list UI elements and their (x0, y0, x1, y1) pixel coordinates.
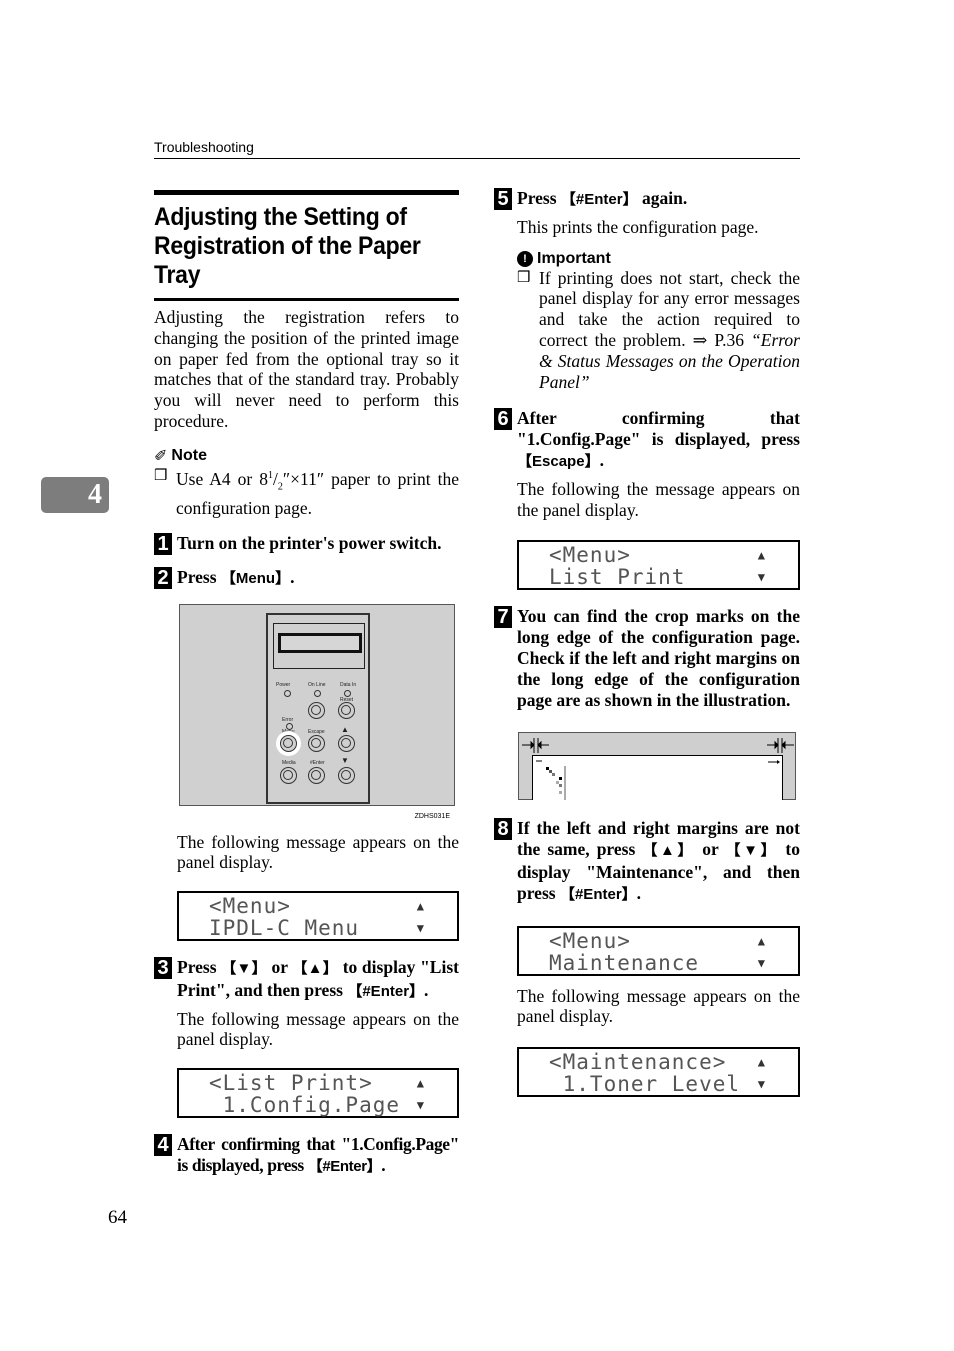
down-arrow-icon: ▼ (757, 1077, 766, 1092)
lcd-menu-ipdl: <Menu> IPDL-C Menu ▲ ▼ (177, 891, 459, 942)
up-arrow-icon: ▲ (341, 724, 349, 734)
label-media: Media (282, 759, 296, 766)
step-7: 7 You can find the crop marks on the lon… (494, 606, 800, 710)
step-number: 7 (494, 606, 512, 629)
header-rule (154, 158, 800, 159)
operation-panel-figure: Power On Line Data In Reset Error Menu E… (179, 603, 455, 820)
left-column: Adjusting the Setting of Registration of… (154, 190, 459, 1178)
configuration-page (532, 755, 783, 801)
down-arrow-icon: ▼ (757, 955, 766, 970)
datain-led (344, 689, 351, 697)
reset-button[interactable] (338, 701, 355, 719)
up-arrow-icon: ▲ (757, 1055, 766, 1070)
label-escape: Escape (308, 728, 325, 735)
note-item: ❒ Use A4 or 81/2″×11″ paper to print the… (154, 467, 460, 518)
step-number: 3 (154, 957, 172, 980)
lcd-menu-list-print: <Menu> List Print ▲ ▼ (517, 540, 800, 591)
figure-code: ZDHS031E (414, 812, 450, 820)
lcd-menu-maintenance: <Menu> Maintenance ▲ ▼ (517, 925, 800, 976)
right-column: 5 Press 【#Enter】 again. This prints the … (494, 188, 800, 1098)
intro-paragraph: Adjusting the registration refers to cha… (154, 307, 459, 431)
step-2: 2 Press 【Menu】. (154, 566, 459, 590)
page-number: 64 (108, 1207, 127, 1228)
step-number: 2 (154, 566, 172, 589)
lcd-list-print: <List Print> 1.Config.Page ▲ ▼ (177, 1068, 459, 1119)
down-arrow-icon: ▼ (416, 1098, 425, 1113)
crop-marks-icon (536, 760, 780, 801)
running-header: Troubleshooting (154, 139, 254, 155)
down-arrow-icon: ▼ (416, 921, 425, 936)
up-arrow-icon: ▲ (416, 899, 425, 914)
step-8: 8 If the left and right margins are not … (494, 818, 800, 1098)
label-datain: Data In (340, 681, 357, 688)
note-heading: ✐ Note (154, 446, 207, 465)
chapter-tab: 4 (41, 477, 109, 513)
up-arrow-icon: ▲ (757, 933, 766, 948)
key-menu: Menu (235, 569, 276, 587)
escape-button[interactable] (308, 734, 325, 752)
margin-arrows-icon (522, 738, 794, 754)
online-led (314, 689, 321, 697)
step-4: 4 After confirming that "1.Config.Page" … (154, 1134, 459, 1178)
checkbox-bullet-icon: ❒ (154, 467, 168, 484)
important-heading: ! Important (517, 250, 800, 268)
lcd-maintenance-toner: <Maintenance> 1.Toner Level ▲ ▼ (517, 1047, 800, 1098)
crop-marks-figure (518, 732, 796, 801)
step-5: 5 Press 【#Enter】 again. This prints the … (494, 188, 800, 392)
label-error: Error (282, 716, 294, 723)
up-button[interactable] (338, 734, 355, 752)
label-enter: #Enter (310, 759, 325, 766)
media-button[interactable] (280, 766, 297, 784)
step-number: 1 (154, 532, 172, 555)
down-button[interactable] (338, 766, 355, 784)
step-number: 4 (154, 1134, 172, 1157)
online-button[interactable] (308, 701, 325, 719)
up-arrow-icon: ▲ (416, 1076, 425, 1091)
section-title: Adjusting the Setting of Registration of… (154, 203, 421, 289)
down-arrow-icon: ▼ (341, 755, 349, 765)
step-6: 6 After confirming that "1.Config.Page" … (494, 408, 800, 591)
down-arrow-icon: ▼ (757, 570, 766, 585)
enter-button[interactable] (308, 766, 325, 784)
label-power: Power (276, 681, 291, 688)
label-menu: Menu (282, 728, 295, 735)
checkbox-bullet-icon: ❒ (517, 269, 531, 286)
warning-gear-icon: ! (517, 250, 533, 267)
step-2-note: The following message appears on the pan… (177, 831, 459, 873)
operation-panel: Power On Line Data In Reset Error Menu E… (266, 612, 370, 804)
power-led (284, 689, 291, 697)
panel-display-frame (273, 622, 365, 669)
step-1: 1 Turn on the printer's power switch. (154, 532, 459, 555)
important-item: ❒ If printing does not start, check the … (517, 267, 800, 392)
menu-button[interactable] (280, 734, 297, 752)
title-rule-top (154, 190, 459, 195)
up-arrow-icon: ▲ (757, 548, 766, 563)
panel-display (278, 632, 362, 653)
label-online: On Line (308, 681, 326, 688)
step-number: 8 (494, 818, 512, 841)
step-number: 5 (494, 188, 512, 210)
pencil-icon: ✐ (154, 447, 168, 465)
title-rule-bottom (154, 298, 459, 301)
step-3: 3 Press 【▼】 or 【▲】 to display "List Prin… (154, 957, 459, 1119)
step-number: 6 (494, 408, 512, 431)
